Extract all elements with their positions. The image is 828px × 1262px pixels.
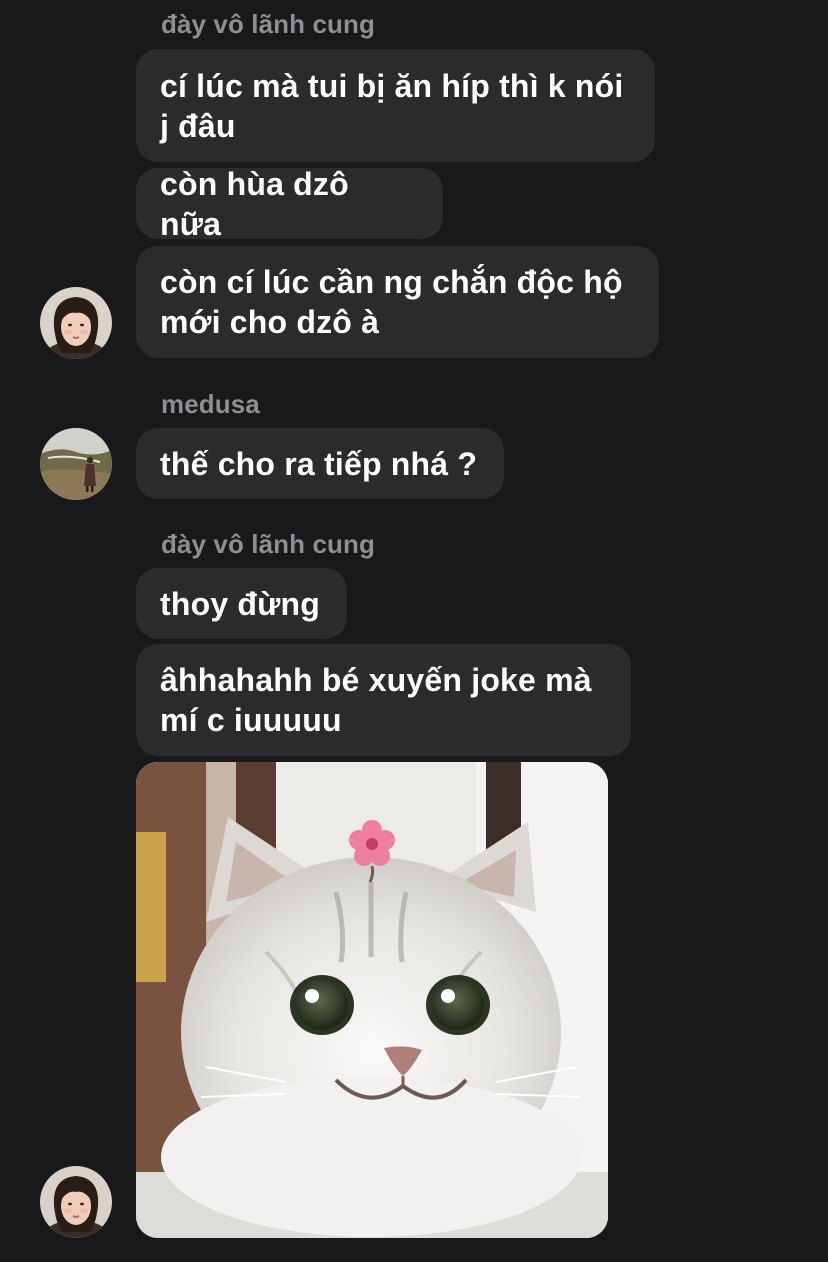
smiling-cat-with-flower-sticker bbox=[136, 762, 608, 1238]
message-bubble[interactable]: thoy đừng bbox=[136, 568, 347, 639]
message-text: còn hùa dzô nữa bbox=[160, 165, 349, 242]
message-text: thoy đừng bbox=[160, 585, 321, 622]
avatar-girl-icon[interactable] bbox=[40, 1166, 112, 1238]
message-bubble[interactable]: cí lúc mà tui bị ăn híp thì k nói j đâu bbox=[136, 49, 655, 162]
message-bubble[interactable]: còn cí lúc cần ng chắn độc hộ mới cho dz… bbox=[136, 246, 659, 358]
message-bubble[interactable]: âhhahahh bé xuyến joke mà mí c iuuuuu bbox=[136, 644, 631, 756]
message-bubble[interactable]: thế cho ra tiếp nhá ? bbox=[136, 428, 504, 499]
message-text: cí lúc mà tui bị ăn híp thì k nói j đâu bbox=[160, 67, 624, 144]
sender-name-day-vo-lanh-cung: đày vô lãnh cung bbox=[161, 9, 375, 39]
chat-thread: đày vô lãnh cung cí lúc mà tui bị ăn híp… bbox=[0, 0, 828, 1262]
sender-name-day-vo-lanh-cung: đày vô lãnh cung bbox=[161, 529, 375, 559]
cat-image-message[interactable] bbox=[136, 762, 608, 1238]
message-text: thế cho ra tiếp nhá ? bbox=[160, 445, 478, 482]
message-text: còn cí lúc cần ng chắn độc hộ mới cho dz… bbox=[160, 264, 623, 340]
avatar-girl-icon[interactable] bbox=[40, 287, 112, 359]
message-text: âhhahahh bé xuyến joke mà mí c iuuuuu bbox=[160, 662, 592, 738]
message-bubble[interactable]: còn hùa dzô nữa bbox=[136, 166, 443, 242]
avatar-outdoor-person-icon[interactable] bbox=[40, 428, 112, 500]
sender-name-medusa: medusa bbox=[161, 389, 260, 419]
